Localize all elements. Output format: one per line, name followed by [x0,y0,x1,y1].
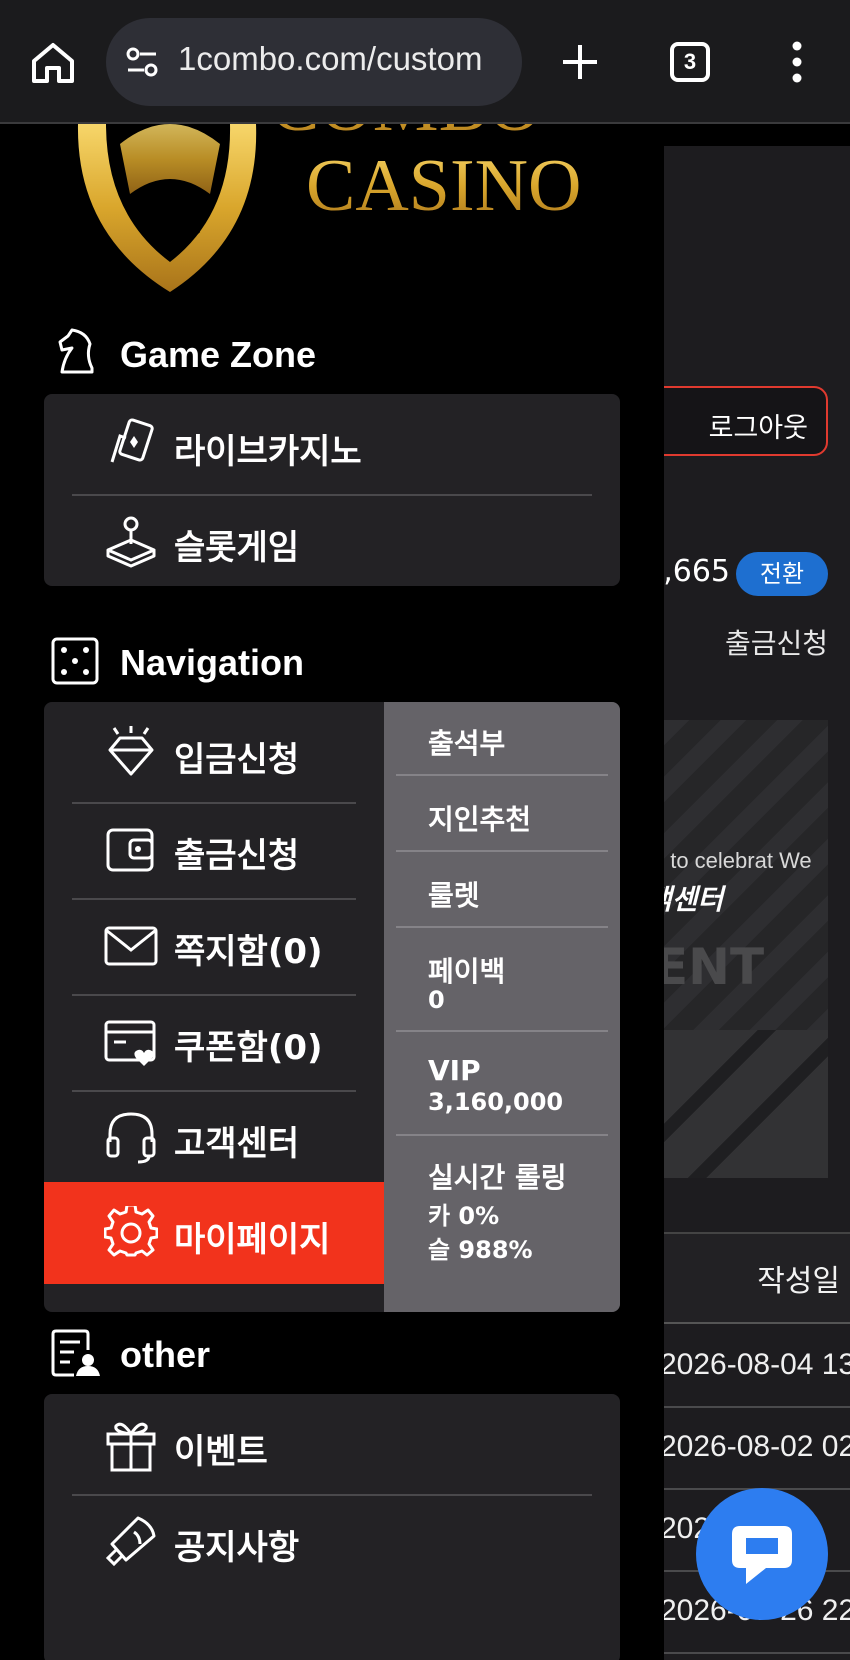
svg-text:COMBO: COMBO [270,124,541,147]
side-item-referral[interactable]: 지인추천 [396,776,608,852]
address-bar[interactable]: 1combo.com/custom [106,18,522,106]
side-drawer: COMBO CASINO Game Zone 라이브카지노 슬롯게임 [0,124,664,1660]
balance-amount: ,665 [664,554,730,589]
new-tab-icon[interactable] [560,42,600,82]
side-item-label: 룰렛 [428,879,480,912]
casino-logo: COMBO CASINO [77,124,581,292]
side-item-label: 페이백 [428,955,506,988]
banner-watermark: ENT [664,938,765,996]
site-settings-icon[interactable] [124,44,160,80]
side-item-label: 실시간 롤링 [428,1161,567,1194]
menu-item-label: 슬롯게임 [174,528,300,568]
profile-list-icon [51,1329,100,1377]
rolling-casino-value: 카 0% [428,1202,500,1230]
other-panel: 이벤트 공지사항 [44,1394,620,1660]
side-item-label: 출석부 [428,727,506,760]
navigation-side-menu: 출석부 지인추천 룰렛 페이백 0 VIP 3,160,000 실시간 롤링 카… [384,702,620,1312]
menu-item-label: 쪽지함(0) [174,932,323,972]
menu-item-events[interactable]: 이벤트 [44,1394,620,1496]
menu-item-slot-games[interactable]: 슬롯게임 [44,490,620,586]
menu-item-my-page[interactable]: 마이페이지 [44,1182,384,1284]
menu-item-label: 이벤트 [174,1432,268,1472]
logout-label: 로그아웃 [708,413,808,444]
live-chat-button[interactable] [696,1488,828,1620]
url-text: 1combo.com/custom [178,40,483,77]
gear-icon [104,1206,158,1257]
diamond-icon [108,726,154,776]
joystick-icon [106,516,156,568]
vip-value: 3,160,000 [428,1088,564,1116]
game-zone-panel: 라이브카지노 슬롯게임 [44,394,620,586]
side-item-roulette[interactable]: 룰렛 [396,852,608,928]
menu-item-deposit[interactable]: 입금신청 [44,702,384,804]
section-title-game-zone: Game Zone [120,334,317,375]
cards-icon [110,418,154,463]
menu-item-withdraw[interactable]: 출금신청 [44,798,384,900]
menu-item-label: 쿠폰함(0) [174,1028,323,1068]
rolling-slot-value: 슬 988% [428,1236,533,1264]
section-title-navigation: Navigation [120,642,305,683]
table-row[interactable]: 2026-08-04 13 [664,1326,850,1408]
navigation-panel: 입금신청 출금신청 쪽지함(0) 쿠폰함(0) 고객센터 마이페이지 출석부 지… [44,702,620,1312]
section-title-other: other [120,1334,210,1375]
side-item-label: VIP [428,1054,481,1087]
svg-text:CASINO: CASINO [306,145,581,227]
mail-icon [104,926,158,966]
banner-heading: 객센터 [664,883,724,916]
date-column-header: 작성일 [757,1264,840,1299]
chat-bubble-icon [732,1526,792,1584]
more-menu-icon[interactable] [780,40,814,84]
menu-item-live-casino[interactable]: 라이브카지노 [44,394,620,496]
browser-toolbar: 1combo.com/custom 3 [0,0,850,124]
convert-button[interactable]: 전환 [736,552,828,596]
tab-switcher-button[interactable]: 3 [670,42,710,82]
menu-item-label: 공지사항 [174,1528,300,1568]
menu-item-label: 마이페이지 [174,1220,331,1260]
megaphone-icon [105,1516,156,1567]
withdraw-link[interactable]: 출금신청 [725,622,828,662]
menu-item-label: 고객센터 [174,1124,300,1164]
side-item-vip[interactable]: VIP 3,160,000 [396,1032,608,1136]
side-item-attendance[interactable]: 출석부 [396,702,608,776]
menu-item-label: 입금신청 [174,740,300,780]
chess-knight-icon [58,328,94,374]
menu-item-messages[interactable]: 쪽지함(0) [44,894,384,996]
gift-icon [106,1422,156,1472]
menu-item-label: 출금신청 [174,836,300,876]
side-item-payback[interactable]: 페이백 0 [396,928,608,1032]
banner-caption: t to celebrat We [664,848,812,873]
wallet-icon [106,828,154,872]
coupon-icon [104,1020,156,1066]
event-banner[interactable]: t to celebrat We 객센터 ENT [664,720,828,1178]
payback-value: 0 [428,986,445,1014]
table-row[interactable]: 2026-08-02 02 [664,1408,850,1490]
side-item-label: 지인추천 [428,803,532,836]
dice-icon [51,637,99,685]
headset-icon [106,1112,156,1164]
menu-item-coupons[interactable]: 쿠폰함(0) [44,990,384,1092]
side-item-rolling[interactable]: 실시간 롤링 카 0% 슬 988% [396,1136,608,1296]
menu-item-notices[interactable]: 공지사항 [44,1490,620,1592]
background-page: 로그아웃 ,665 전환 출금신청 t to celebrat We 객센터 E… [664,146,850,1660]
banner-stripes [664,1030,828,1178]
menu-item-label: 라이브카지노 [174,432,362,472]
menu-item-support[interactable]: 고객센터 [44,1086,384,1188]
home-icon[interactable] [30,40,76,86]
